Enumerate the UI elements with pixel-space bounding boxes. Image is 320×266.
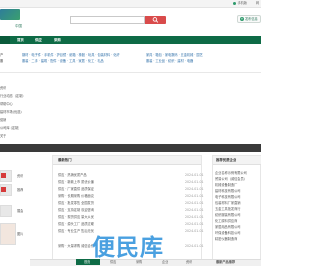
mobile-version-link[interactable]: 手机版 — [233, 1, 247, 5]
company-link[interactable]: 电子科技有限公司 — [215, 195, 260, 199]
news-date: 2024-01-01 — [185, 222, 204, 226]
company-link[interactable]: 精密仪器制造商 — [215, 237, 260, 241]
section-divider-band — [0, 144, 261, 152]
news-row[interactable]: 供应 · 支持定制 欢迎咨询 — [58, 208, 198, 212]
company-link[interactable]: 五金工具批发商行 — [215, 207, 260, 211]
thumbnail-label[interactable]: 图片 — [17, 232, 23, 236]
divider — [0, 72, 261, 73]
logo-text: 中国 — [15, 24, 22, 28]
recommended-panel-title: 推荐优质企业 — [216, 158, 237, 162]
left-list-item[interactable]: 帮助中心 — [0, 102, 13, 106]
publish-label: 发布信息 — [245, 17, 258, 21]
news-date: 2024-01-01 — [185, 208, 204, 212]
search-input[interactable] — [71, 17, 143, 23]
category-links-1[interactable]: 钢材 · 电子件 · 手机件 · 护目镜 · 纸箱 · 橡胶 · 玩具 · 包装… — [22, 53, 142, 57]
news-row[interactable]: 供应 · 批发零售 全国发货 — [58, 201, 198, 205]
left-list-item[interactable]: 建材市场(优选) — [0, 110, 22, 114]
badge-icon — [1, 187, 6, 192]
bottom-nav-item[interactable]: 资讯 — [186, 260, 192, 264]
top-extra-link[interactable]: 网 — [256, 1, 259, 5]
nav-item-purchase[interactable]: 采购 — [54, 38, 61, 42]
news-date: 2024-01-01 — [185, 180, 204, 184]
bottom-nav-item[interactable]: 企业 — [162, 260, 168, 264]
nav-item-home[interactable]: 首页 — [17, 38, 24, 42]
thumbnail-image[interactable] — [0, 205, 12, 217]
category-label-1: 产 — [0, 53, 4, 57]
news-date: 2024-01-01 — [185, 215, 204, 219]
badge-icon — [1, 173, 6, 178]
news-date: 2024-01-01 — [185, 229, 204, 233]
company-link[interactable]: 家居用品有限公司 — [215, 225, 260, 229]
news-row[interactable]: 供应 · 新款上市 质优价廉 — [58, 180, 198, 184]
watermark-logo: 便民库 — [92, 235, 164, 261]
bottom-right-label: 最新产品推荐 — [216, 260, 236, 264]
news-date: 2024-01-01 — [185, 201, 204, 205]
mobile-icon — [233, 1, 237, 5]
left-list-item[interactable]: 关于 — [0, 134, 6, 138]
left-list-item[interactable]: 公司库 (定制) — [0, 126, 19, 130]
company-link[interactable]: 建材科技有限公司 — [215, 189, 260, 193]
news-date: 2024-01-01 — [185, 173, 204, 177]
thumbnail-label[interactable]: 展会 — [17, 209, 23, 213]
category-label-2: 服 — [0, 59, 4, 63]
news-date: 2024-01-01 — [185, 194, 204, 198]
search-icon — [152, 17, 159, 23]
left-list-item[interactable]: 促销 — [0, 118, 6, 122]
search-button[interactable] — [145, 16, 166, 24]
plus-icon: + — [240, 17, 244, 21]
company-link[interactable]: 企业名称示例有限公司 — [215, 171, 260, 175]
mobile-version-label: 手机版 — [237, 1, 247, 5]
logo-mark — [0, 9, 20, 20]
company-link[interactable]: 环保设备科技公司 — [215, 231, 260, 235]
thumbnail-label[interactable]: 资讯 — [17, 174, 23, 178]
category-links-right-1[interactable]: 家具 · 箱包 · 家电数码 · 五金机械 · 园艺 — [146, 53, 256, 57]
bottom-nav-item[interactable]: 首页 — [84, 260, 90, 264]
thumbnail-figure-image[interactable] — [0, 223, 16, 245]
news-row[interactable]: 供应 · 源头工厂 品质过硬 — [58, 222, 198, 226]
thumbnail-label[interactable]: 推荐 — [17, 188, 23, 192]
news-date: 2024-01-01 — [185, 187, 204, 191]
company-link[interactable]: 贸易公司（诚信会员） — [215, 177, 260, 181]
news-row[interactable]: 供应 · 现货供应 量大从优 — [58, 215, 198, 219]
site-logo[interactable] — [0, 9, 22, 21]
top-bar — [0, 0, 261, 8]
category-links-2[interactable]: 服装 · 二手 · 建筑 · 配件 · 设备 · 工具 · 家居 · 化工 · … — [22, 59, 142, 63]
news-row[interactable]: 供应 · 热销优质产品 — [58, 173, 198, 177]
nav-item-supply[interactable]: 供应 — [35, 38, 42, 42]
publish-button[interactable]: + 发布信息 — [237, 15, 261, 23]
news-date: 2024-01-01 — [185, 244, 204, 248]
nav-home-highlight — [0, 36, 10, 44]
news-row[interactable]: 采购 · 长期采购 价格面议 — [58, 194, 198, 198]
company-link[interactable]: 机械设备制造厂 — [215, 183, 260, 187]
latest-panel-title: 最新热门 — [58, 158, 72, 162]
company-link[interactable]: 纺织服装有限公司 — [215, 213, 260, 217]
category-links-right-2[interactable]: 服装 · 工业品 · 纺织 · 建材 · 电器 — [146, 59, 256, 63]
company-link[interactable]: 化工原料供应商 — [215, 219, 260, 223]
bottom-nav-item[interactable]: 采购 — [136, 260, 142, 264]
bottom-nav-item[interactable]: 供应 — [110, 260, 116, 264]
company-link[interactable]: 包装材料厂家直销 — [215, 201, 260, 205]
latest-panel-header — [53, 156, 201, 165]
left-list-item[interactable]: 行业动态（定制） — [0, 94, 26, 98]
news-row[interactable]: 供应 · 厂家直供 品质保证 — [58, 187, 198, 191]
left-list-item[interactable]: 资讯 — [0, 86, 6, 90]
